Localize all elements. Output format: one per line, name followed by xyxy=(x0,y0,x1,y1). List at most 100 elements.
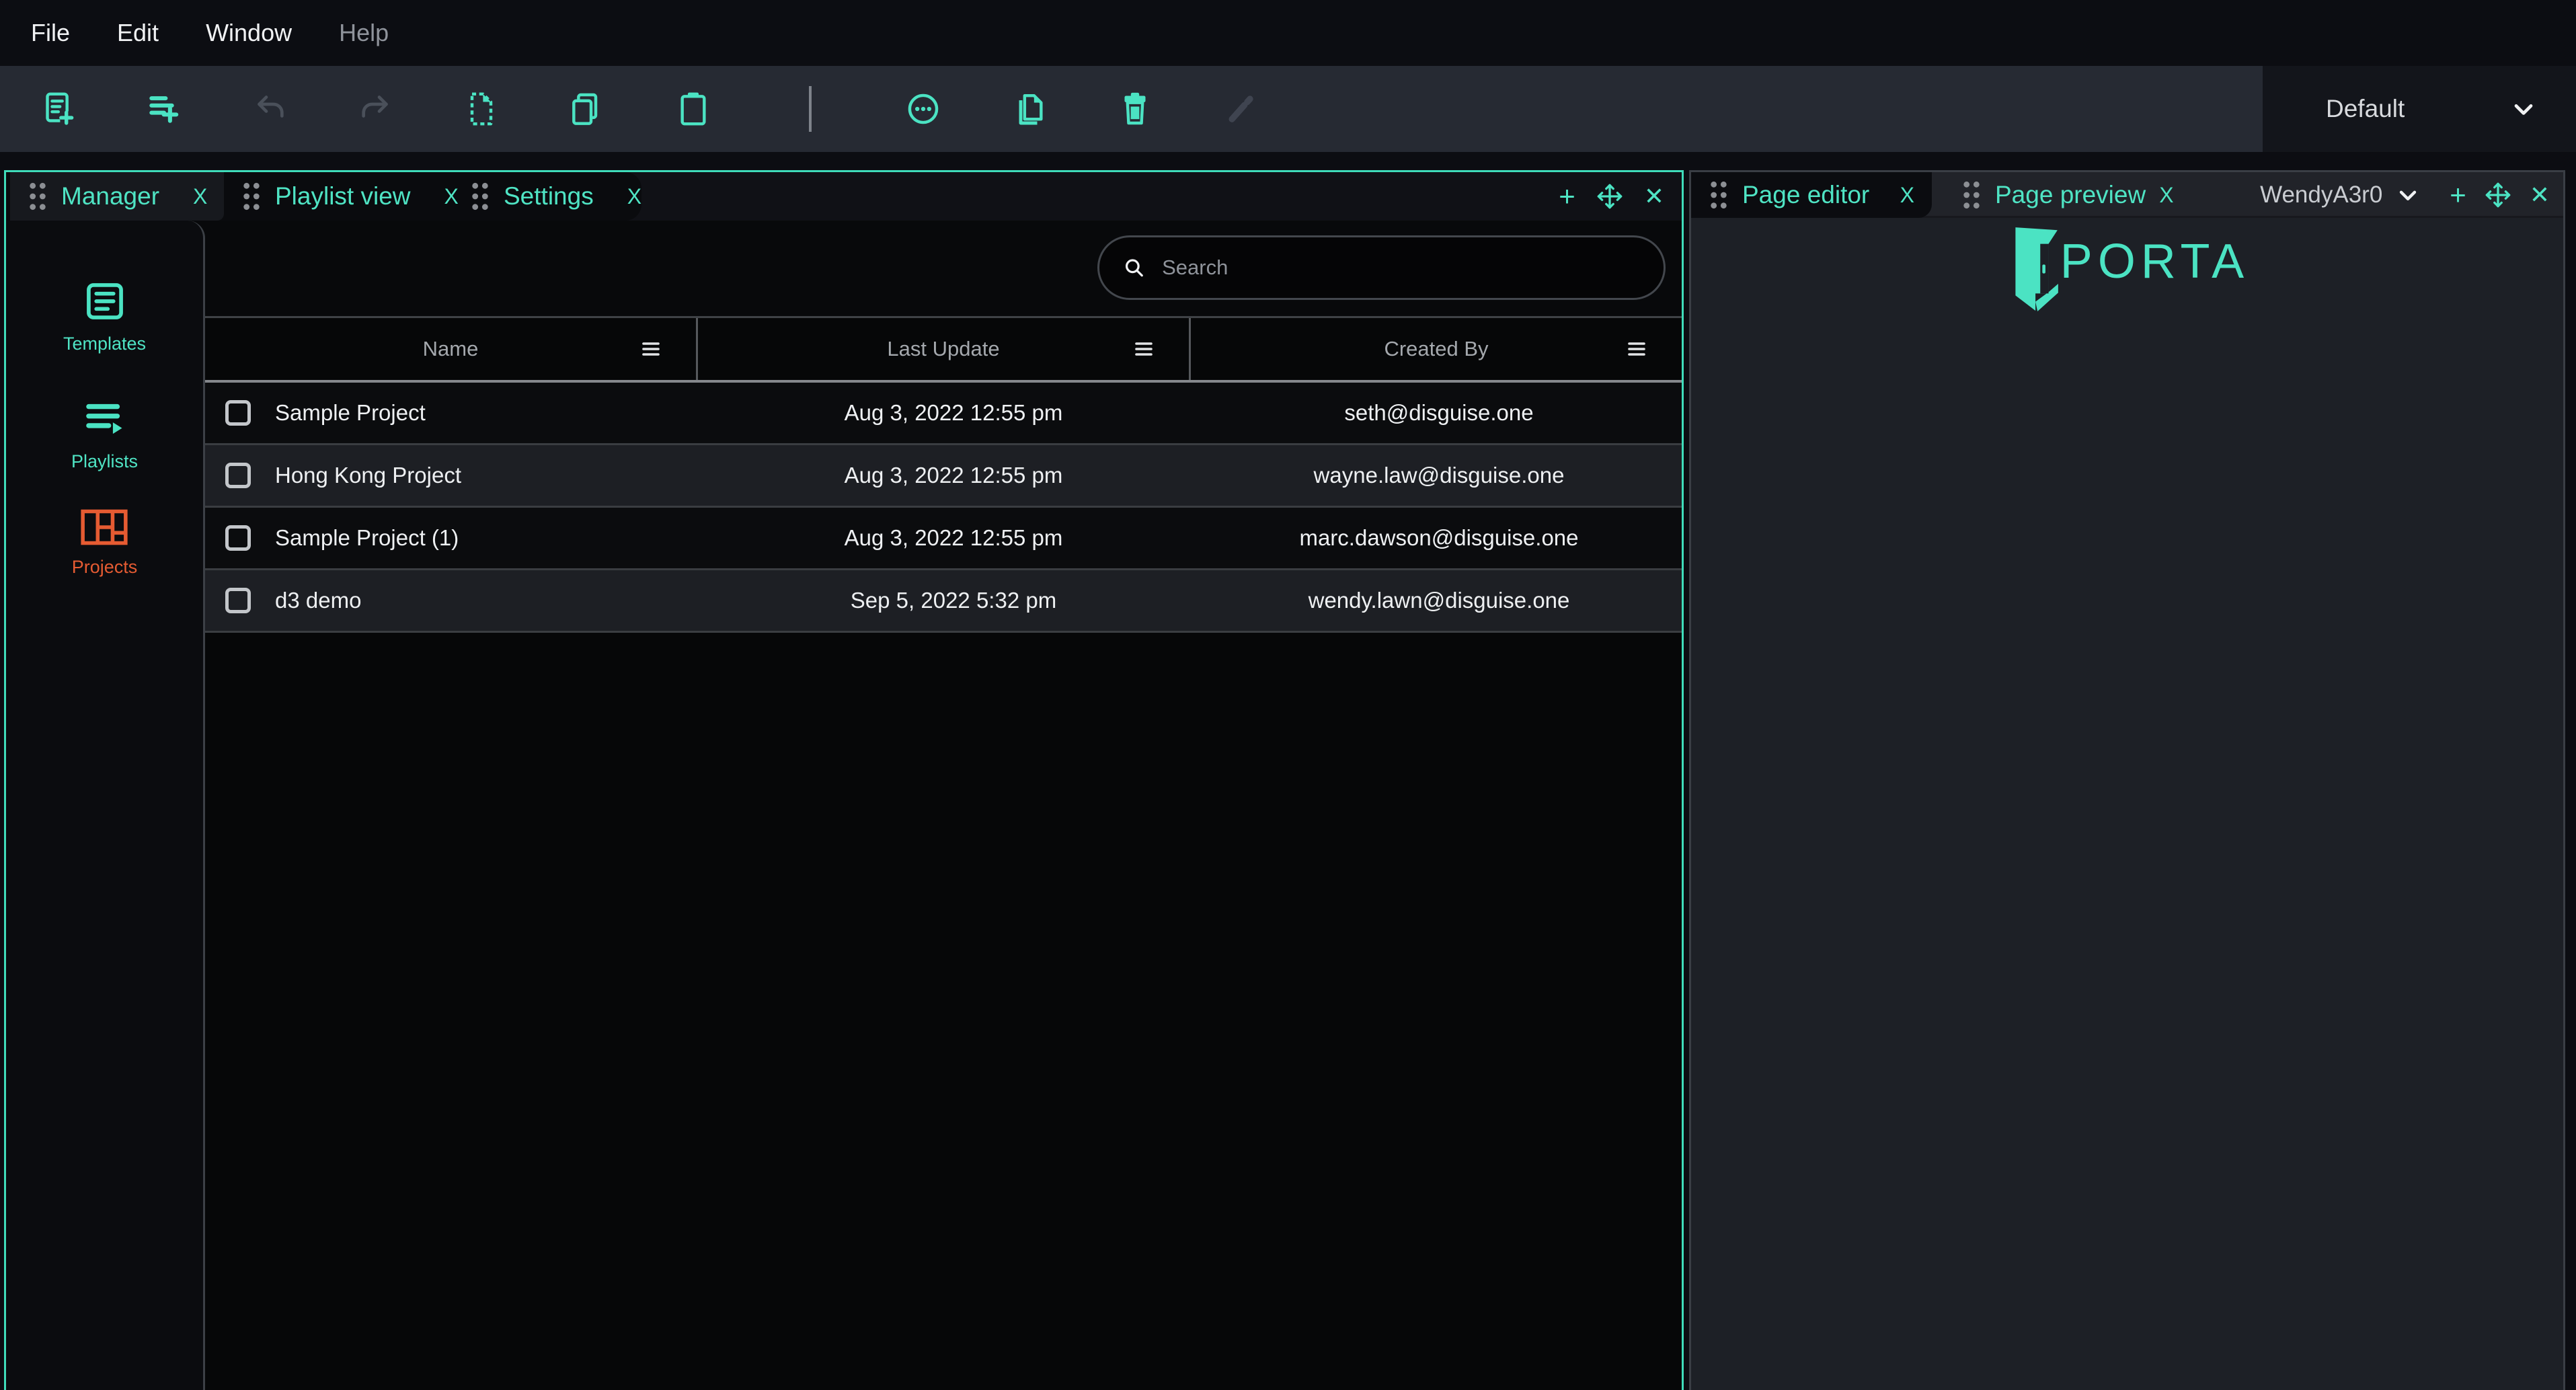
table-row[interactable]: Hong Kong Project Aug 3, 2022 12:55 pm w… xyxy=(205,445,1682,508)
row-checkbox[interactable] xyxy=(225,463,251,488)
row-checkbox[interactable] xyxy=(225,588,251,613)
copy-button[interactable] xyxy=(568,90,605,128)
toolbar xyxy=(0,66,2263,152)
project-last-update: Sep 5, 2022 5:32 pm xyxy=(711,588,1196,613)
tab-manager[interactable]: Manager X xyxy=(10,172,224,221)
user-selector[interactable]: WendyA3r0 xyxy=(2260,182,2421,208)
edit-pencil-icon xyxy=(1222,90,1259,128)
duplicate-button[interactable] xyxy=(1011,90,1049,128)
menu-edit[interactable]: Edit xyxy=(117,19,159,47)
sidebar-item-projects-label: Projects xyxy=(72,557,138,578)
table-row[interactable]: d3 demo Sep 5, 2022 5:32 pm wendy.lawn@d… xyxy=(205,570,1682,633)
menu-bar: File Edit Window Help xyxy=(0,0,2576,66)
column-menu-icon[interactable] xyxy=(1134,340,1154,358)
drag-grip-icon[interactable] xyxy=(1961,180,1982,210)
tab-manager-label: Manager xyxy=(61,182,159,210)
new-template-button[interactable] xyxy=(40,90,78,128)
column-menu-icon[interactable] xyxy=(1627,340,1647,358)
column-header-created-by: Created By xyxy=(1189,318,1682,380)
edit-button[interactable] xyxy=(1222,90,1259,128)
delete-button[interactable] xyxy=(1116,90,1154,128)
table-row[interactable]: Sample Project Aug 3, 2022 12:55 pm seth… xyxy=(205,383,1682,445)
manager-sidebar: Templates Playlists Projects xyxy=(6,221,205,1390)
projects-table: Name Last Update Created By xyxy=(205,316,1682,1390)
drag-grip-icon[interactable] xyxy=(28,181,48,212)
table-empty-area xyxy=(205,633,1682,1390)
search-icon xyxy=(1122,255,1146,280)
tab-page-editor-close-icon[interactable]: X xyxy=(1900,183,1914,208)
menu-file[interactable]: File xyxy=(31,19,70,47)
left-tab-bar: Manager X Playlist view X Settings X + xyxy=(6,172,1682,221)
tab-page-editor-label: Page editor xyxy=(1742,181,1869,209)
project-last-update: Aug 3, 2022 12:55 pm xyxy=(711,463,1196,488)
paste-button[interactable] xyxy=(674,90,712,128)
tab-settings-label: Settings xyxy=(504,182,594,210)
drag-grip-icon[interactable] xyxy=(1709,180,1729,210)
table-row[interactable]: Sample Project (1) Aug 3, 2022 12:55 pm … xyxy=(205,508,1682,570)
move-panel-icon[interactable] xyxy=(1596,182,1624,210)
tab-page-preview-close-icon[interactable]: X xyxy=(2159,183,2173,208)
close-panel-icon[interactable]: ✕ xyxy=(1644,184,1664,208)
right-tab-bar: Page editor X Page preview X WendyA3r0 + xyxy=(1691,172,2563,218)
more-options-button[interactable] xyxy=(904,90,942,128)
duplicate-icon xyxy=(1011,90,1049,128)
row-checkbox[interactable] xyxy=(225,400,251,426)
redo-button[interactable] xyxy=(356,90,393,128)
manager-content: Name Last Update Created By xyxy=(205,221,1682,1390)
more-options-icon xyxy=(904,90,942,128)
tab-settings[interactable]: Settings X xyxy=(453,172,641,221)
close-panel-icon[interactable]: ✕ xyxy=(2530,183,2550,207)
tab-settings-close-icon[interactable]: X xyxy=(627,184,641,209)
porta-door-icon xyxy=(2005,225,2060,312)
table-header: Name Last Update Created By xyxy=(205,318,1682,380)
sidebar-item-templates[interactable]: Templates xyxy=(63,278,146,354)
projects-icon xyxy=(80,507,128,547)
tab-page-preview[interactable]: Page preview X xyxy=(1944,172,2189,218)
search-box[interactable] xyxy=(1097,235,1666,300)
delete-icon xyxy=(1116,90,1154,128)
sidebar-item-playlists-label: Playlists xyxy=(71,451,138,472)
playlists-icon xyxy=(82,396,128,442)
tab-manager-close-icon[interactable]: X xyxy=(193,184,207,209)
sidebar-item-templates-label: Templates xyxy=(63,334,146,354)
porta-logo-text: PORTA xyxy=(2060,234,2249,289)
search-row xyxy=(205,221,1682,316)
column-header-name-label: Name xyxy=(423,337,479,361)
project-name: Sample Project xyxy=(275,400,426,426)
right-panel-controls: WendyA3r0 + ✕ xyxy=(2260,172,2563,218)
drag-grip-icon[interactable] xyxy=(241,181,262,212)
menu-window[interactable]: Window xyxy=(206,19,292,47)
project-created-by: seth@disguise.one xyxy=(1196,400,1682,426)
chevron-down-icon xyxy=(2394,182,2421,208)
move-panel-icon[interactable] xyxy=(2484,181,2512,209)
manager-panel: Manager X Playlist view X Settings X + xyxy=(4,170,1684,1390)
project-name: Hong Kong Project xyxy=(275,463,461,488)
cut-icon xyxy=(463,90,500,128)
project-created-by: marc.dawson@disguise.one xyxy=(1196,525,1682,551)
drag-grip-icon[interactable] xyxy=(470,181,490,212)
left-panel-controls: + ✕ xyxy=(1559,172,1682,221)
sidebar-item-playlists[interactable]: Playlists xyxy=(71,396,138,472)
new-playlist-button[interactable] xyxy=(145,90,183,128)
toolbar-divider xyxy=(809,86,812,132)
tab-page-editor[interactable]: Page editor X xyxy=(1691,172,1932,218)
tab-playlist-view-label: Playlist view xyxy=(275,182,411,210)
menu-help[interactable]: Help xyxy=(339,19,389,47)
paste-icon xyxy=(674,90,712,128)
workspace-selector-value: Default xyxy=(2326,95,2405,123)
tab-playlist-view[interactable]: Playlist view X xyxy=(224,172,453,221)
search-input[interactable] xyxy=(1162,256,1641,280)
tab-page-preview-label: Page preview xyxy=(1995,181,2146,209)
page-editor-content: PORTA xyxy=(1691,218,2563,1390)
undo-button[interactable] xyxy=(252,90,290,128)
workspace-selector[interactable]: Default xyxy=(2263,66,2576,152)
column-menu-icon[interactable] xyxy=(641,340,661,358)
add-tab-icon[interactable]: + xyxy=(1559,182,1575,210)
new-playlist-icon xyxy=(145,90,183,128)
sidebar-item-projects[interactable]: Projects xyxy=(72,507,138,578)
page-editor-panel: Page editor X Page preview X WendyA3r0 + xyxy=(1689,170,2565,1390)
row-checkbox[interactable] xyxy=(225,525,251,551)
new-template-icon xyxy=(40,90,78,128)
add-tab-icon[interactable]: + xyxy=(2450,181,2466,209)
cut-button[interactable] xyxy=(463,90,500,128)
